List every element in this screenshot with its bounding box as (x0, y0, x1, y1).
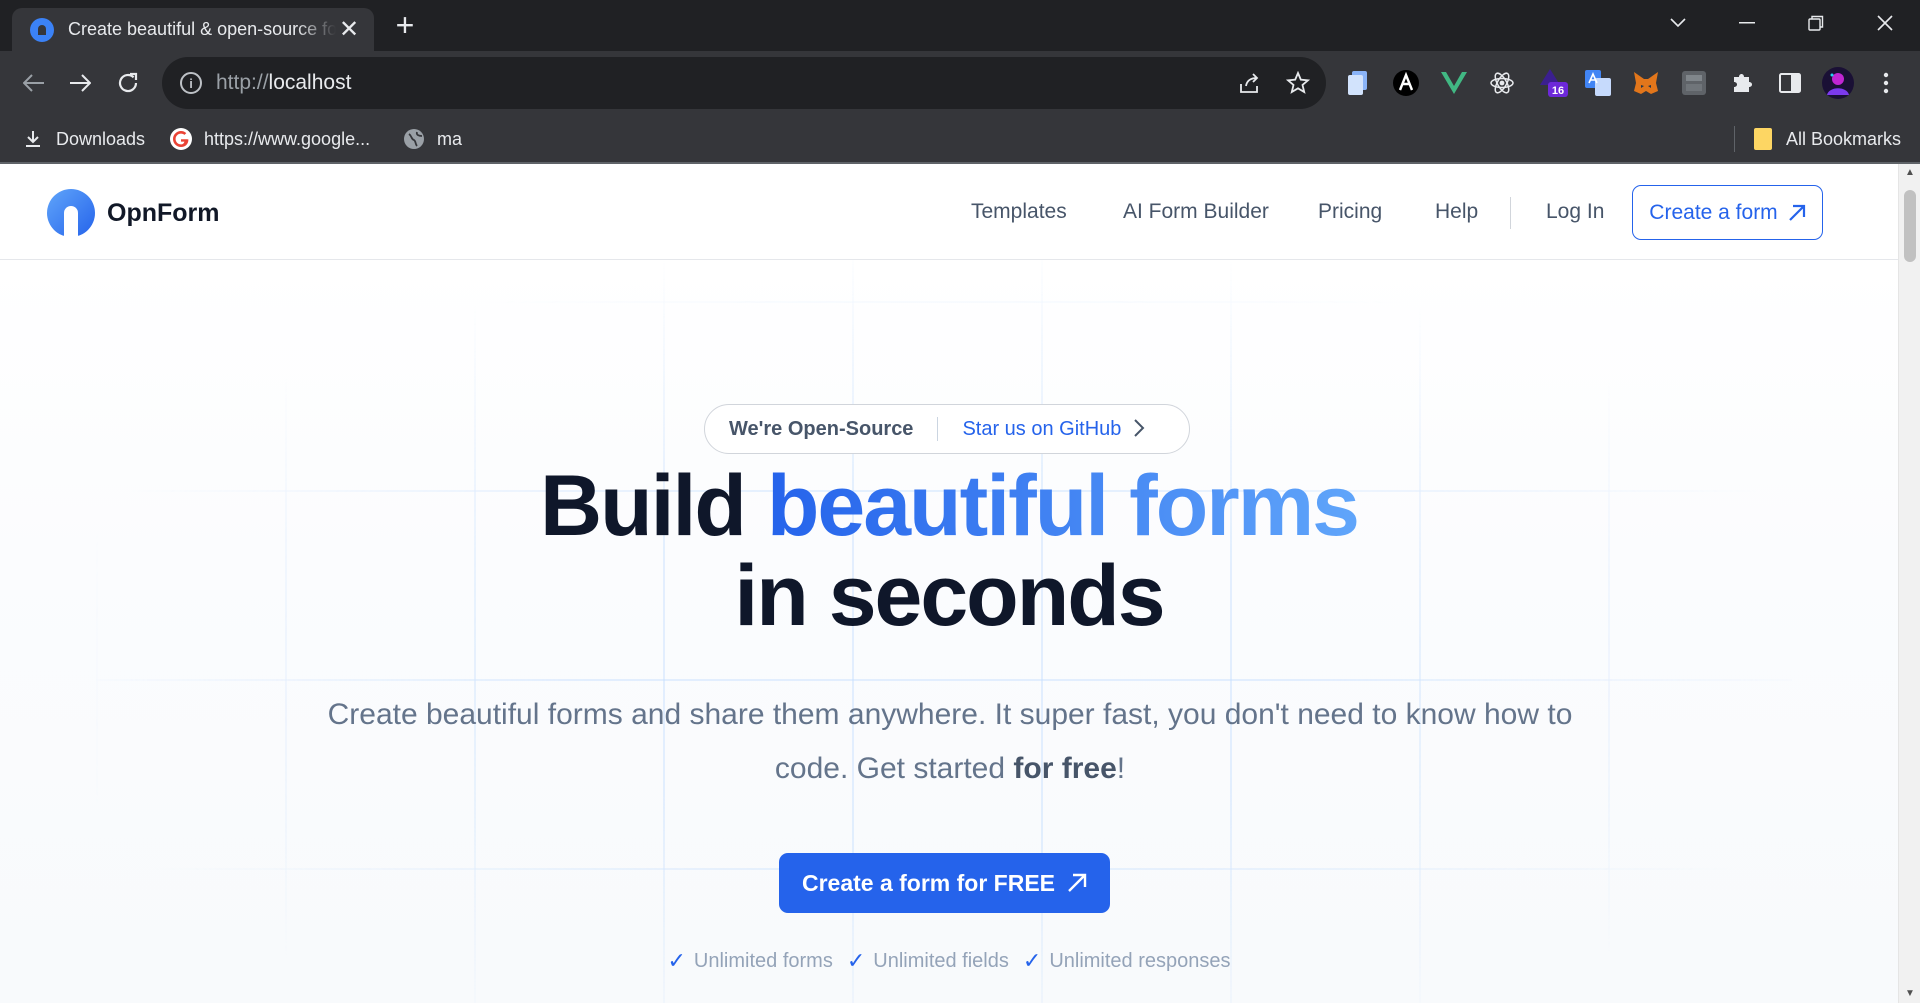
address-bar[interactable]: i http://localhost (162, 57, 1326, 109)
site-info-icon[interactable]: i (180, 72, 202, 94)
docs-extension-icon[interactable] (1342, 67, 1374, 99)
scroll-down-arrow-icon[interactable]: ▼ (1904, 989, 1916, 999)
hero-subtitle: Create beautiful forms and share them an… (290, 688, 1610, 796)
nav-templates[interactable]: Templates (971, 200, 1067, 224)
chrome-menu-icon[interactable] (1870, 67, 1902, 99)
arrow-up-right-icon (1068, 873, 1087, 892)
brand-name: OpnForm (107, 198, 220, 227)
scroll-up-arrow-icon[interactable]: ▲ (1904, 168, 1916, 178)
feature-item: ✓ Unlimited forms (667, 948, 832, 974)
feature-item: ✓ Unlimited fields (847, 948, 1009, 974)
forward-arrow-icon[interactable] (60, 63, 100, 103)
hero-subtitle-text: Create beautiful forms and share them an… (327, 698, 1573, 785)
hero-title-accent: beautiful forms (766, 458, 1360, 554)
close-window-icon[interactable] (1865, 6, 1905, 40)
github-star-link[interactable]: Star us on GitHub (962, 418, 1121, 441)
side-panel-icon[interactable] (1774, 67, 1806, 99)
open-source-pill[interactable]: We're Open-Source Star us on GitHub (704, 404, 1190, 454)
tab-title: Create beautiful & open-source forms for… (68, 19, 336, 39)
inactive-extension-icon[interactable] (1678, 67, 1710, 99)
hero-title-plain: Build (539, 458, 747, 554)
folder-icon (1752, 128, 1774, 150)
arrow-up-right-icon (1788, 204, 1805, 221)
scrollbar-thumb[interactable] (1904, 190, 1916, 262)
nav-pricing[interactable]: Pricing (1318, 200, 1382, 224)
browser-tab-bar: Create beautiful & open-source forms for… (0, 0, 1920, 51)
download-icon (22, 128, 44, 150)
logo-link[interactable]: OpnForm (47, 189, 220, 237)
nav-login[interactable]: Log In (1546, 200, 1604, 224)
bookmark-ma[interactable]: ma (403, 128, 462, 150)
opnform-favicon-icon (30, 17, 54, 42)
chevron-right-icon (1133, 414, 1145, 445)
translate-extension-icon[interactable] (1582, 67, 1614, 99)
checkmark-icon: ✓ (1022, 948, 1042, 973)
nav-divider (1510, 197, 1511, 229)
react-devtools-icon[interactable] (1486, 67, 1518, 99)
create-form-header-label: Create a form (1649, 200, 1778, 224)
extension-badge-count: 16 (1552, 85, 1564, 97)
hero-subtitle-end: ! (1116, 752, 1126, 785)
open-source-label: We're Open-Source (729, 417, 914, 440)
google-icon (170, 128, 192, 150)
bookmark-downloads[interactable]: Downloads (22, 128, 145, 150)
hero-section: We're Open-Source Star us on GitHub Buil… (0, 260, 1898, 1003)
profile-avatar-icon[interactable] (1822, 67, 1854, 99)
url-text[interactable]: http://localhost (216, 71, 351, 95)
back-arrow-icon[interactable] (14, 63, 54, 103)
checkmark-icon: ✓ (846, 948, 866, 973)
globe-icon (403, 128, 425, 150)
bookmark-google[interactable]: https://www.google... (170, 128, 370, 150)
all-bookmarks-label: All Bookmarks (1786, 128, 1902, 149)
pill-divider (937, 417, 939, 441)
site-header: OpnForm Templates AI Form Builder Pricin… (0, 164, 1898, 260)
browser-tab[interactable]: Create beautiful & open-source forms for… (12, 8, 374, 51)
angular-extension-icon[interactable] (1390, 67, 1422, 99)
checkmark-icon: ✓ (667, 948, 686, 973)
close-tab-icon[interactable]: ✕ (336, 15, 362, 44)
opnform-logo-icon (47, 189, 95, 237)
page-scrollbar[interactable]: ▲ ▼ (1898, 164, 1920, 1003)
bookmarks-bar: Downloads https://www.google... ma All B… (0, 116, 1920, 164)
metamask-fox-icon[interactable] (1630, 67, 1662, 99)
share-icon[interactable] (1236, 69, 1264, 97)
bookmark-label: Downloads (56, 128, 146, 149)
create-form-header-button[interactable]: Create a form (1632, 185, 1823, 240)
vue-devtools-icon[interactable] (1438, 67, 1470, 99)
new-tab-button[interactable]: + (390, 8, 420, 42)
restore-window-icon[interactable] (1796, 6, 1836, 40)
feature-item: ✓ Unlimited responses (1023, 948, 1231, 974)
create-form-free-label: Create a form for FREE (801, 869, 1056, 896)
minimize-window-icon[interactable] (1727, 6, 1767, 40)
browser-toolbar: i http://localhost 16 (0, 51, 1920, 116)
feature-label: Unlimited fields (873, 949, 1009, 972)
all-bookmarks[interactable]: All Bookmarks (1752, 128, 1901, 150)
nav-help[interactable]: Help (1435, 200, 1478, 224)
bookmark-label: https://www.google... (204, 128, 371, 149)
create-form-free-button[interactable]: Create a form for FREE (779, 853, 1110, 913)
hero-title-line-2: in seconds (734, 548, 1165, 644)
feature-label: Unlimited responses (1049, 949, 1231, 972)
bookmark-label: ma (437, 128, 463, 149)
feature-label: Unlimited forms (693, 949, 833, 972)
hero-title-line-1: Build beautiful forms (0, 460, 1898, 552)
bookmarks-divider (1734, 126, 1735, 152)
extensions-puzzle-icon[interactable] (1726, 67, 1758, 99)
hero-subtitle-bold: for free (1013, 752, 1117, 785)
bookmark-star-icon[interactable] (1284, 69, 1312, 97)
feature-list: ✓ Unlimited forms ✓ Unlimited fields ✓ U… (0, 948, 1898, 974)
tab-search-icon[interactable] (1658, 6, 1698, 40)
page-viewport: OpnForm Templates AI Form Builder Pricin… (0, 164, 1898, 1003)
wizard-extension-icon[interactable]: 16 (1536, 67, 1568, 99)
nav-ai-form-builder[interactable]: AI Form Builder (1123, 200, 1269, 224)
reload-icon[interactable] (108, 63, 148, 103)
